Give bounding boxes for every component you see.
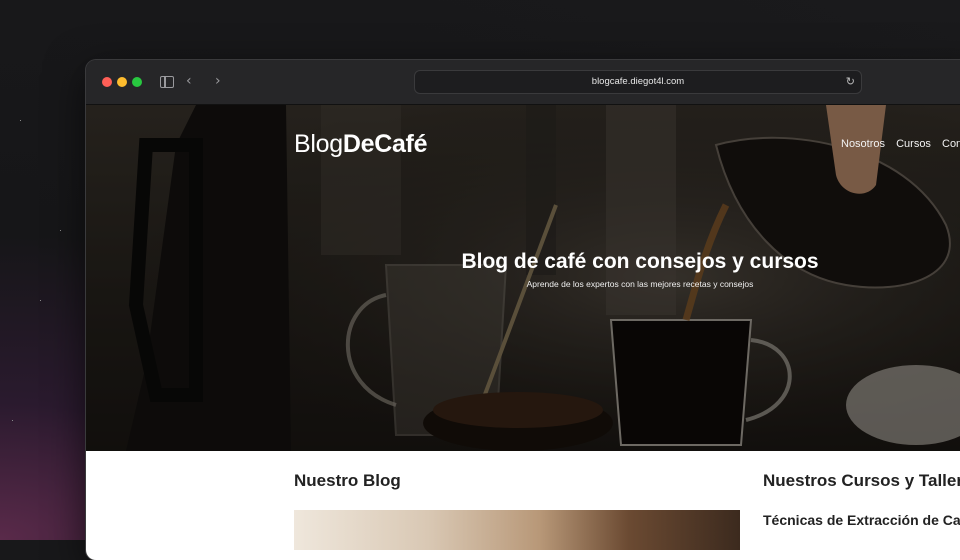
close-window-button[interactable] [102, 77, 112, 87]
address-bar[interactable]: blogcafe.diegot4l.com ↻ [414, 70, 862, 94]
blog-post-image[interactable] [294, 510, 740, 550]
main-navigation: Nosotros Cursos Con [841, 138, 960, 150]
site-logo[interactable]: BlogDeCafé [294, 130, 428, 159]
page-content: BlogDeCafé Nosotros Cursos Con Blog de c… [86, 105, 960, 560]
browser-window: ‹ › blogcafe.diegot4l.com ↻ BlogDeCafé N… [86, 60, 960, 560]
hero-title: Blog de café con consejos y cursos [461, 250, 819, 273]
maximize-window-button[interactable] [132, 77, 142, 87]
reload-icon[interactable]: ↻ [846, 71, 855, 93]
hero-coffee-image [86, 105, 960, 451]
nav-link-contacto[interactable]: Con [942, 138, 960, 150]
url-text: blogcafe.diegot4l.com [591, 76, 685, 87]
back-icon[interactable]: ‹ [186, 73, 192, 89]
hero-subtitle: Aprende de los expertos con las mejores … [526, 279, 754, 289]
blog-section-heading: Nuestro Blog [294, 471, 401, 490]
nav-link-nosotros[interactable]: Nosotros [841, 138, 885, 150]
sidebar-toggle-icon[interactable] [160, 76, 174, 88]
minimize-window-button[interactable] [117, 77, 127, 87]
course-title[interactable]: Técnicas de Extracción de Ca [763, 512, 960, 528]
courses-section-heading: Nuestros Cursos y Tallere [763, 471, 960, 490]
forward-icon[interactable]: › [215, 73, 221, 89]
browser-toolbar: ‹ › blogcafe.diegot4l.com ↻ [86, 60, 960, 105]
nav-link-cursos[interactable]: Cursos [896, 138, 931, 150]
logo-bold: DeCafé [342, 130, 428, 158]
logo-light: Blog [294, 130, 343, 158]
hero-section: BlogDeCafé Nosotros Cursos Con Blog de c… [86, 105, 960, 451]
